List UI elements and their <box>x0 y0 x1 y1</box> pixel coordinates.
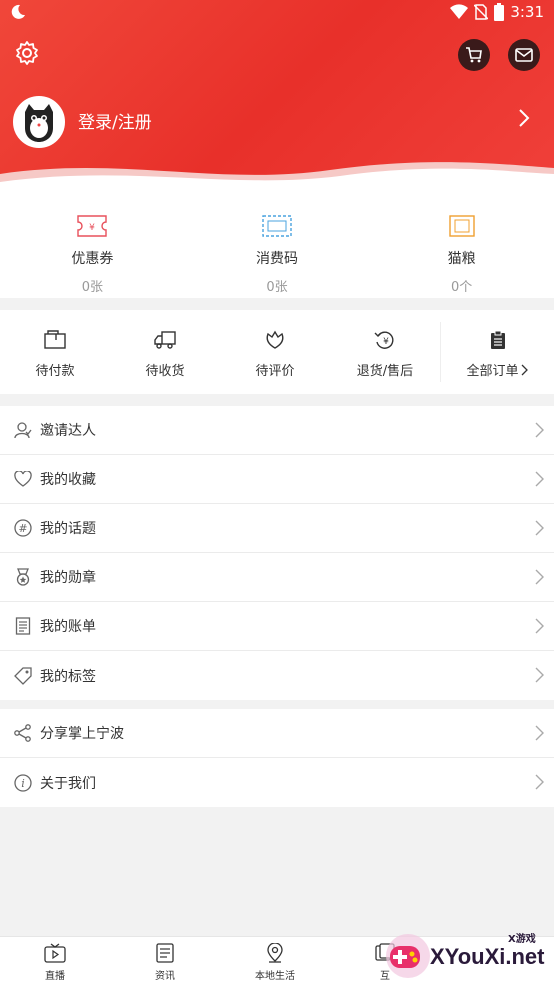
menu-item-topics[interactable]: # 我的话题 <box>0 504 554 553</box>
chevron-right-icon <box>535 618 544 634</box>
orders-section: 待付款 待收货 待评价 ¥ 退货/售后 全部订单 <box>0 310 554 394</box>
wallet-count: 0张 <box>81 280 103 295</box>
chevron-right-icon <box>535 725 544 741</box>
login-register-link[interactable]: 登录/注册 <box>78 108 152 133</box>
order-label: 退货/售后 <box>356 364 414 379</box>
message-button[interactable] <box>508 39 540 71</box>
nav-tab-local-life[interactable]: 本地生活 <box>220 937 330 986</box>
chevron-right-icon <box>535 422 544 438</box>
moon-icon <box>11 4 25 19</box>
share-icon <box>14 724 31 742</box>
clipboard-icon <box>490 330 505 349</box>
refund-icon: ¥ <box>374 331 394 349</box>
gamepad-logo-icon <box>386 934 430 978</box>
chevron-right-icon <box>535 471 544 487</box>
chevron-right-icon <box>535 520 544 536</box>
tag-icon <box>14 666 32 685</box>
nav-label: 本地生活 <box>255 971 295 982</box>
svg-text:i: i <box>21 777 25 790</box>
wifi-icon <box>450 4 469 20</box>
no-sim-icon <box>474 4 489 20</box>
wallet-section: ¥ 优惠券 0张 消费码 0张 猫粮 0个 <box>0 196 554 298</box>
rate-icon <box>266 330 284 349</box>
wallet-name: 猫粮 <box>447 251 476 267</box>
watermark-small-text: X游戏 <box>508 934 536 945</box>
menu-label: 分享掌上宁波 <box>40 726 124 742</box>
medal-icon <box>16 568 30 586</box>
wallet-icon <box>44 330 66 349</box>
menu-label: 我的收藏 <box>40 472 96 488</box>
order-refund[interactable]: ¥ 退货/售后 <box>330 310 440 394</box>
nav-label: 直播 <box>45 971 65 982</box>
wallet-name: 消费码 <box>256 251 298 267</box>
menu-label: 关于我们 <box>40 775 96 792</box>
gear-icon[interactable] <box>14 40 40 66</box>
chevron-right-icon <box>535 667 544 683</box>
wallet-count: 0个 <box>451 280 473 295</box>
menu-label: 我的账单 <box>40 619 96 635</box>
menu-label: 我的话题 <box>40 521 96 537</box>
wallet-item-cat-food[interactable]: 猫粮 0个 <box>369 196 554 298</box>
wallet-item-coupon[interactable]: ¥ 优惠券 0张 <box>0 196 185 298</box>
order-pending-payment[interactable]: 待付款 <box>0 310 110 394</box>
menu-label: 我的标签 <box>40 668 96 685</box>
chevron-right-icon <box>535 774 544 790</box>
cat-avatar-icon <box>15 98 63 146</box>
svg-text:#: # <box>18 522 27 535</box>
menu-item-tags[interactable]: 我的标签 <box>0 651 554 700</box>
coupon-icon: ¥ <box>77 215 108 237</box>
svg-text:¥: ¥ <box>89 223 95 233</box>
cat-food-icon <box>448 215 475 237</box>
invite-user-icon <box>14 422 32 439</box>
site-watermark: X游戏 XYouXi.net <box>380 926 554 986</box>
wallet-item-consume-code[interactable]: 消费码 0张 <box>185 196 370 298</box>
menu-item-share[interactable]: 分享掌上宁波 <box>0 709 554 758</box>
menu-item-invite[interactable]: 邀请达人 <box>0 406 554 455</box>
profile-header: 3:31 登录/注册 <box>0 0 554 196</box>
cart-button[interactable] <box>458 39 490 71</box>
mail-icon <box>515 48 533 62</box>
tv-icon <box>44 943 66 963</box>
menu-item-about[interactable]: i 关于我们 <box>0 758 554 807</box>
hashtag-icon: # <box>14 519 32 537</box>
order-pending-review[interactable]: 待评价 <box>220 310 330 394</box>
svg-text:¥: ¥ <box>383 337 389 347</box>
bill-icon <box>15 617 31 635</box>
wallet-name: 优惠券 <box>71 251 114 267</box>
chevron-right-icon <box>535 569 544 585</box>
watermark-text: XYouXi.net <box>430 944 545 969</box>
status-bar: 3:31 <box>0 0 554 26</box>
menu-item-medals[interactable]: 我的勋章 <box>0 553 554 602</box>
status-time: 3:31 <box>510 3 544 21</box>
chevron-right-icon[interactable] <box>518 108 530 128</box>
menu-item-favorites[interactable]: 我的收藏 <box>0 455 554 504</box>
battery-icon <box>494 3 505 21</box>
order-label: 待评价 <box>255 364 295 379</box>
header-wave <box>0 162 554 196</box>
heart-icon <box>14 471 32 487</box>
truck-icon <box>154 331 176 349</box>
nav-tab-live[interactable]: 直播 <box>0 937 110 986</box>
consume-code-icon <box>262 215 292 237</box>
menu-group-app: 分享掌上宁波 i 关于我们 <box>0 709 554 807</box>
menu-group-personal: 邀请达人 我的收藏 # 我的话题 我的勋章 我的账单 我的标签 <box>0 406 554 700</box>
info-icon: i <box>14 773 32 792</box>
cart-icon <box>466 47 482 63</box>
menu-item-bills[interactable]: 我的账单 <box>0 602 554 651</box>
nav-label: 资讯 <box>155 971 175 982</box>
order-label: 待收货 <box>145 364 185 379</box>
order-pending-receipt[interactable]: 待收货 <box>110 310 220 394</box>
menu-label: 我的勋章 <box>40 570 96 586</box>
chevron-right-icon <box>521 364 528 375</box>
menu-label: 邀请达人 <box>40 423 96 439</box>
order-all[interactable]: 全部订单 <box>440 322 554 382</box>
nav-tab-news[interactable]: 资讯 <box>110 937 220 986</box>
avatar[interactable] <box>13 96 65 148</box>
wallet-count: 0张 <box>266 280 288 295</box>
news-icon <box>156 943 174 963</box>
order-label: 全部订单 <box>466 364 519 379</box>
location-icon <box>267 943 283 963</box>
order-label: 待付款 <box>35 364 75 379</box>
